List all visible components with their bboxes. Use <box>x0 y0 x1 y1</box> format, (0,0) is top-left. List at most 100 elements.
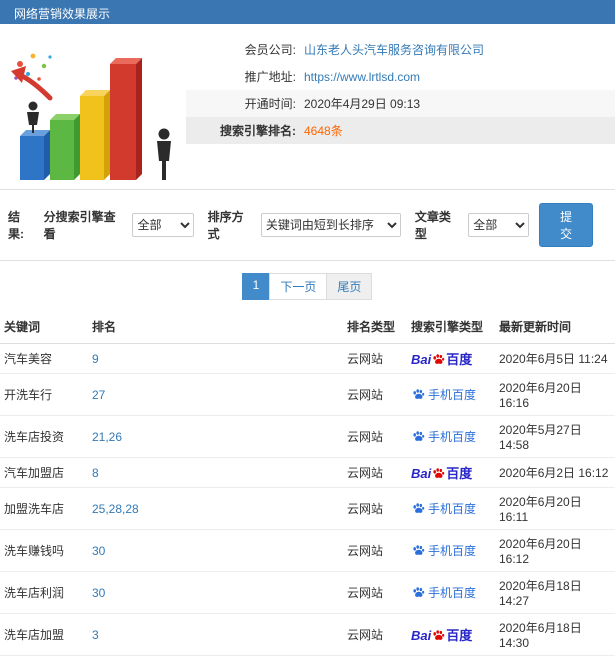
rank-cell: 21,26 <box>88 415 343 458</box>
mobile-baidu-logo: 手机百度 <box>411 388 476 402</box>
sort-select[interactable]: 关键词由短到长排序 <box>260 213 401 237</box>
keyword-ranking-table: 关键词 排名 排名类型 搜索引擎类型 最新更新时间 汽车美容 9 云网站 Bai… <box>0 310 615 656</box>
mobile-baidu-logo: 手机百度 <box>411 430 476 444</box>
rank-link[interactable]: 3 <box>92 628 99 642</box>
baidu-logo: Bai 百度 <box>411 352 473 367</box>
info-row-open-time: 开通时间: 2020年4月29日 09:13 <box>186 90 615 117</box>
rank-link[interactable]: 27 <box>92 388 105 402</box>
engine-cell: Bai 百度 <box>407 613 495 656</box>
baidu-paw-icon <box>413 545 425 555</box>
header-engine-type: 搜索引擎类型 <box>407 310 495 344</box>
engine-cell: 手机百度 <box>407 415 495 458</box>
rank-link[interactable]: 30 <box>92 586 105 600</box>
mobile-baidu-logo: 手机百度 <box>411 586 476 600</box>
sort-mode-label: 排序方式 <box>207 210 244 241</box>
table-row: 洗车店投资 21,26 云网站 手机百度 2020年5月27日 14:58 <box>0 415 615 458</box>
rank-cell: 9 <box>88 343 343 374</box>
mobile-baidu-logo: 手机百度 <box>411 502 476 516</box>
mobile-baidu-logo: 手机百度 <box>411 544 476 558</box>
header-keyword: 关键词 <box>0 310 88 344</box>
engine-cell: 手机百度 <box>407 529 495 572</box>
info-row-ranking-count: 搜索引擎排名: 4648条 <box>186 117 615 144</box>
baidu-paw-icon <box>433 468 445 478</box>
keyword-cell: 加盟洗车店 <box>0 487 88 530</box>
updated-cell: 2020年6月20日 16:12 <box>495 529 615 572</box>
engine-cell: 手机百度 <box>407 373 495 416</box>
updated-cell: 2020年6月18日 14:30 <box>495 613 615 656</box>
rank-link[interactable]: 21,26 <box>92 430 122 444</box>
updated-cell: 2020年6月18日 14:27 <box>495 571 615 614</box>
engine-cell: Bai 百度 <box>407 343 495 374</box>
updated-cell: 2020年5月27日 14:58 <box>495 415 615 458</box>
keyword-cell: 洗车店利润 <box>0 571 88 614</box>
result-section-label: 结果: <box>8 210 24 241</box>
keyword-cell: 汽车美容 <box>0 343 88 374</box>
rank-type-cell: 云网站 <box>343 343 407 374</box>
rank-type-cell: 云网站 <box>343 613 407 656</box>
company-label: 会员公司: <box>244 43 296 57</box>
rank-cell: 27 <box>88 373 343 416</box>
rank-link[interactable]: 30 <box>92 544 105 558</box>
open-time-value: 2020年4月29日 09:13 <box>304 97 421 111</box>
rank-link[interactable]: 25,28,28 <box>92 502 139 516</box>
keyword-cell: 汽车加盟店 <box>0 457 88 488</box>
article-type-select[interactable]: 全部 <box>468 213 530 237</box>
rank-cell: 3 <box>88 613 343 656</box>
rank-type-cell: 云网站 <box>343 373 407 416</box>
baidu-paw-icon <box>413 503 425 513</box>
table-row: 开洗车行 27 云网站 手机百度 2020年6月20日 16:16 <box>0 373 615 416</box>
updated-cell: 2020年6月2日 16:12 <box>495 457 615 488</box>
header-rank: 排名 <box>88 310 343 344</box>
filter-bar: 结果: 分搜索引擎查看 全部 排序方式 关键词由短到长排序 文章类型 全部 提交 <box>0 189 615 261</box>
rank-type-cell: 云网站 <box>343 571 407 614</box>
baidu-paw-icon <box>413 389 425 399</box>
rank-cell: 8 <box>88 457 343 488</box>
engine-cell: Bai 百度 <box>407 457 495 488</box>
table-row: 汽车加盟店 8 云网站 Bai 百度 2020年6月2日 16:12 <box>0 457 615 488</box>
engine-select[interactable]: 全部 <box>132 213 194 237</box>
rank-link[interactable]: 8 <box>92 466 99 480</box>
table-row: 洗车赚钱吗 30 云网站 手机百度 2020年6月20日 16:12 <box>0 529 615 572</box>
baidu-paw-icon <box>413 587 425 597</box>
page-title-bar: 网络营销效果展示 <box>0 0 615 24</box>
updated-cell: 2020年6月5日 11:24 <box>495 343 615 374</box>
rank-type-cell: 云网站 <box>343 487 407 530</box>
rank-type-cell: 云网站 <box>343 529 407 572</box>
promotion-url-link[interactable]: https://www.lrtlsd.com <box>304 70 420 84</box>
table-row: 洗车店加盟 3 云网站 Bai 百度 2020年6月18日 14:30 <box>0 613 615 656</box>
updated-cell: 2020年6月20日 16:11 <box>495 487 615 530</box>
ranking-count-value: 4648条 <box>304 124 343 138</box>
engine-filter-label: 分搜索引擎查看 <box>43 210 116 241</box>
keyword-cell: 洗车店投资 <box>0 415 88 458</box>
baidu-logo: Bai 百度 <box>411 466 473 481</box>
chart-illustration <box>0 24 186 189</box>
baidu-paw-icon <box>433 354 445 364</box>
keyword-cell: 洗车赚钱吗 <box>0 529 88 572</box>
engine-cell: 手机百度 <box>407 571 495 614</box>
page-number-current[interactable]: 1 <box>241 273 271 300</box>
header-rank-type: 排名类型 <box>343 310 407 344</box>
keyword-cell: 洗车店加盟 <box>0 613 88 656</box>
table-row: 洗车店利润 30 云网站 手机百度 2020年6月18日 14:27 <box>0 571 615 614</box>
rank-cell: 30 <box>88 529 343 572</box>
info-panel: 会员公司: 山东老人头汽车服务咨询有限公司 推广地址: https://www.… <box>0 24 615 189</box>
bar-chart-image <box>11 53 171 180</box>
submit-button[interactable]: 提交 <box>539 203 593 247</box>
last-page-button[interactable]: 尾页 <box>326 273 373 300</box>
rank-cell: 30 <box>88 571 343 614</box>
rank-type-cell: 云网站 <box>343 415 407 458</box>
table-header-row: 关键词 排名 排名类型 搜索引擎类型 最新更新时间 <box>0 310 615 344</box>
ranking-count-label: 搜索引擎排名: <box>220 124 296 138</box>
table-row: 加盟洗车店 25,28,28 云网站 手机百度 2020年6月20日 16:11 <box>0 487 615 530</box>
baidu-logo: Bai 百度 <box>411 628 473 643</box>
rank-type-cell: 云网站 <box>343 457 407 488</box>
filter-controls: 分搜索引擎查看 全部 排序方式 关键词由短到长排序 文章类型 全部 提交 <box>36 203 593 247</box>
info-row-company: 会员公司: 山东老人头汽车服务咨询有限公司 <box>186 36 615 63</box>
member-company-link[interactable]: 山东老人头汽车服务咨询有限公司 <box>304 41 484 58</box>
updated-cell: 2020年6月20日 16:16 <box>495 373 615 416</box>
article-type-label: 文章类型 <box>414 210 451 241</box>
next-page-button[interactable]: 下一页 <box>269 273 328 300</box>
member-info-form: 会员公司: 山东老人头汽车服务咨询有限公司 推广地址: https://www.… <box>186 24 615 189</box>
rank-link[interactable]: 9 <box>92 352 99 366</box>
baidu-paw-icon <box>433 630 445 640</box>
